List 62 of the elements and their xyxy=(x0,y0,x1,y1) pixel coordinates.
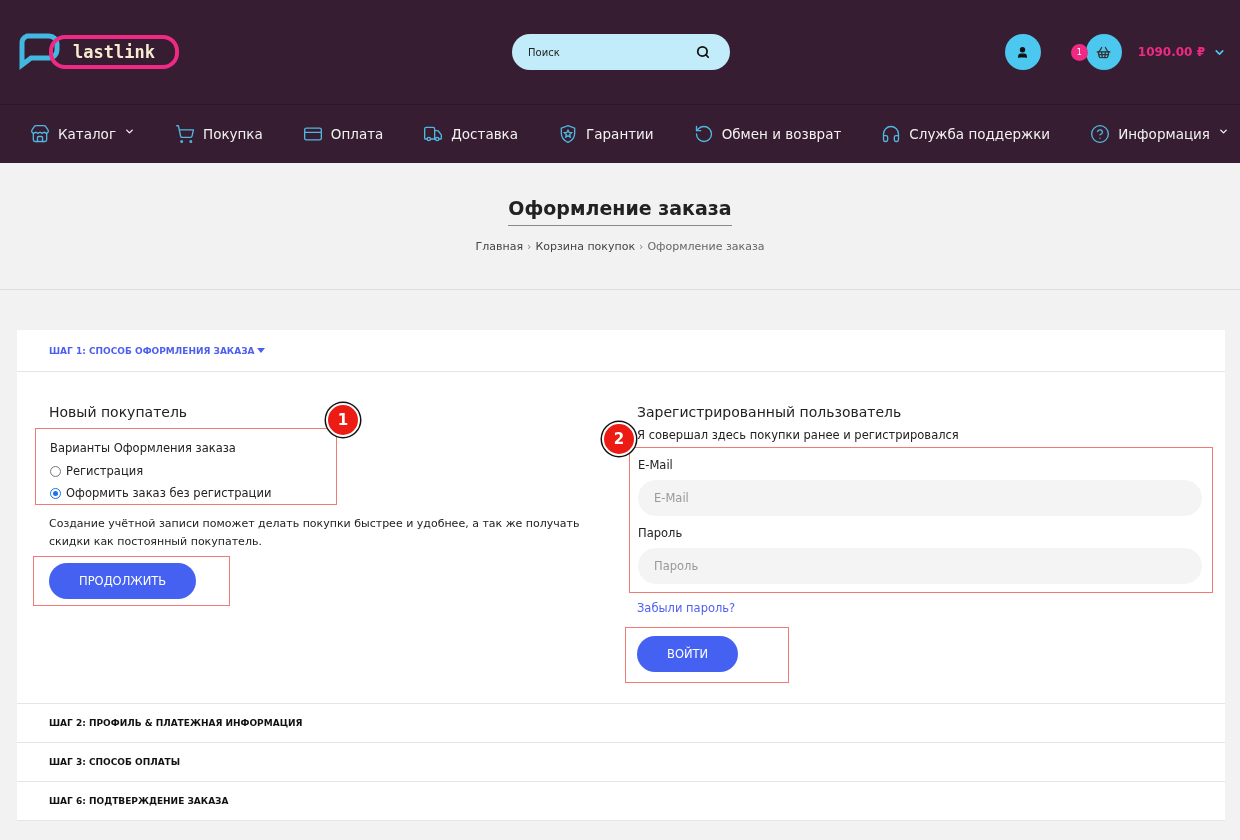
radio-option[interactable]: Оформить заказ без регистрации xyxy=(50,486,322,500)
nav-icon xyxy=(175,124,195,144)
nav-icon xyxy=(423,124,444,144)
radio-option[interactable]: Регистрация xyxy=(50,464,322,478)
user-icon xyxy=(1016,45,1030,59)
forgot-password-link[interactable]: Забыли пароль? xyxy=(637,601,736,615)
cart-count-badge: 1 xyxy=(1070,43,1088,61)
field-label: Пароль xyxy=(638,526,683,540)
nav-label: Служба поддержки xyxy=(909,126,1051,142)
cart-total[interactable]: 1090.00 ₽ xyxy=(1137,45,1205,59)
options-label: Варианты Оформления заказа xyxy=(50,441,236,455)
continue-button[interactable]: ПРОДОЛЖИТЬ xyxy=(49,563,197,600)
nav-item[interactable]: Доставка xyxy=(423,124,519,144)
nav-label: Доставка xyxy=(451,126,519,142)
basket-icon xyxy=(1096,44,1112,60)
nav-item[interactable]: Каталог xyxy=(30,124,135,144)
step-header[interactable]: ШАГ 3: СПОСОБ ОПЛАТЫ xyxy=(17,743,1225,782)
nav-item[interactable]: Служба поддержки xyxy=(881,124,1051,144)
page-title: Оформление заказа xyxy=(508,197,732,226)
nav-icon xyxy=(30,124,50,144)
login-button[interactable]: ВОЙТИ xyxy=(637,636,739,672)
section-heading: Зарегистрированный пользователь xyxy=(637,404,902,420)
nav-label: Оплата xyxy=(330,126,384,142)
search-icon[interactable] xyxy=(696,45,710,59)
breadcrumb-separator: › xyxy=(639,240,644,253)
step-header[interactable]: ШАГ 2: ПРОФИЛЬ & ПЛАТЕЖНАЯ ИНФОРМАЦИЯ xyxy=(17,704,1225,743)
caret-icon xyxy=(256,348,265,353)
field-label: E-Mail xyxy=(638,458,673,472)
intro-text: Я совершал здесь покупки ранее и регистрировался xyxy=(637,428,959,442)
breadcrumb-link[interactable]: Главная xyxy=(475,240,524,253)
nav-label: Гарантии xyxy=(586,126,654,142)
breadcrumb-separator: › xyxy=(527,240,532,253)
input-field[interactable]: E-Mail xyxy=(638,480,1202,516)
nav-icon xyxy=(1090,124,1111,144)
nav-label: Каталог xyxy=(58,126,116,142)
annotation-number: 2 xyxy=(602,422,636,456)
nav-icon xyxy=(693,124,714,144)
breadcrumb-current: Оформление заказа xyxy=(647,240,765,253)
nav-label: Обмен и возврат xyxy=(721,126,842,142)
speech-bubble-icon xyxy=(17,32,61,72)
nav-label: Покупка xyxy=(203,126,263,142)
nav-item[interactable]: Обмен и возврат xyxy=(693,124,842,144)
section-heading: Новый покупатель xyxy=(49,404,188,420)
step-header[interactable]: ШАГ 1: СПОСОБ ОФОРМЛЕНИЯ ЗАКАЗА xyxy=(17,330,1225,372)
radio-label: Регистрация xyxy=(66,464,144,478)
input-field[interactable]: Пароль xyxy=(638,548,1202,584)
nav-item[interactable]: Покупка xyxy=(175,124,263,144)
search-field[interactable]: Поиск xyxy=(512,34,730,70)
radio-label: Оформить заказ без регистрации xyxy=(66,486,272,500)
logo-text[interactable]: lastlink xyxy=(49,35,179,69)
nav-icon xyxy=(881,124,902,144)
info-text: Создание учётной записи поможет делать покупки быстрее и удобнее, а так же получать скидки как постоянный покупатель. xyxy=(49,516,581,550)
breadcrumb-link[interactable]: Корзина покупок xyxy=(535,240,636,253)
nav-item[interactable]: Информация xyxy=(1090,124,1229,144)
annotation-number: 1 xyxy=(326,403,360,437)
nav-item[interactable]: Гарантии xyxy=(558,124,654,144)
cart-button[interactable] xyxy=(1085,34,1122,70)
nav-label: Информация xyxy=(1118,126,1210,142)
search-placeholder: Поиск xyxy=(528,46,560,58)
step-header[interactable]: ШАГ 6: ПОДТВЕРЖДЕНИЕ ЗАКАЗА xyxy=(17,782,1225,821)
account-button[interactable] xyxy=(1004,34,1041,70)
nav-item[interactable]: Оплата xyxy=(302,124,384,144)
